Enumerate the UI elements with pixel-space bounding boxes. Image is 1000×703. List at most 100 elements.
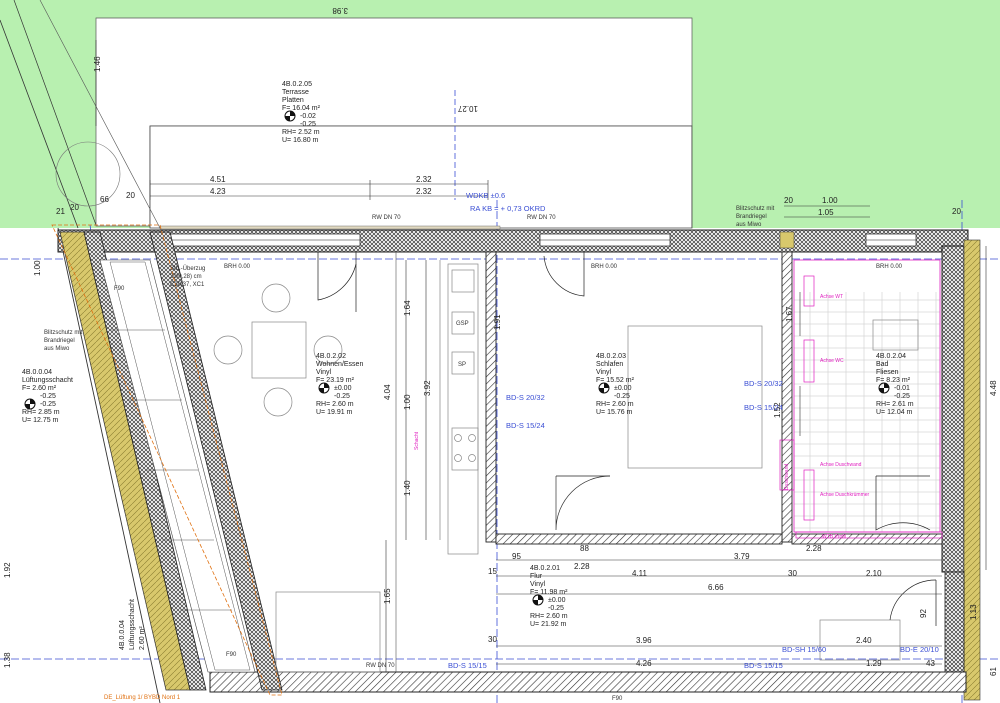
dim-404: 4.04	[383, 384, 392, 400]
dim-240: 2.40	[856, 636, 872, 645]
dim-232b: 2.32	[416, 187, 432, 196]
room-shaft-level2: -0.25	[40, 401, 56, 408]
room-bath-u: U= 12.04 m	[876, 409, 913, 416]
room-bath-floor: Fliesen	[876, 369, 899, 376]
dim-448: 4.48	[989, 380, 998, 396]
room-shaft-rh: RH= 2.85 m	[22, 409, 60, 416]
dim-165: 1.65	[383, 588, 392, 604]
room-terrace-area: F= 16.04 m²	[282, 105, 321, 112]
room-shaft-area: F= 2.60 m²	[22, 385, 57, 392]
dim-43: 43	[926, 659, 935, 668]
mag-wt: Achse WT	[820, 294, 843, 300]
sp-label: SP	[458, 362, 466, 368]
room-label-bedroom: 4B.0.2.03SchlafenVinylF= 15.52 m²±0.00-0…	[596, 353, 635, 416]
room-bath-level2: -0.25	[894, 393, 910, 400]
dim-100c: 1.00	[33, 260, 42, 276]
brh-2: BRH 0.00	[591, 264, 618, 270]
dim-192: 1.92	[3, 562, 12, 578]
dim-20d: 20	[70, 203, 79, 212]
room-hall-level2: -0.25	[548, 605, 564, 612]
room-bath-level1: -0.01	[894, 385, 910, 392]
stb-3: C30/37, XC1	[170, 282, 205, 288]
room-label-hall: 4B.0.2.01FlurVinylF= 11.98 m²±0.00-0.25R…	[530, 565, 568, 628]
room-terrace-name: Terrasse	[282, 89, 309, 96]
room-shaft-level1: -0.25	[40, 393, 56, 400]
room-bedroom-level2: -0.25	[614, 393, 630, 400]
mag-wtb: WTB Profil	[822, 534, 846, 540]
dim-191: 1.91	[493, 314, 502, 330]
blitz-top-3: aus Miwo	[736, 222, 762, 228]
room-hall-floor: Vinyl	[530, 581, 545, 588]
room-living-rh: RH= 2.60 m	[316, 401, 354, 408]
rw-right-label: RW DN 70	[527, 215, 556, 221]
room-living-level1: ±0.00	[334, 385, 352, 392]
dim-146: 1.46	[93, 56, 102, 72]
rakb-label: RA KB = + 0,73 OKRD	[470, 204, 546, 213]
bds-1515-right: BD-S 15/15	[744, 661, 783, 670]
mag-duschwand: Achse Duschwand	[820, 462, 862, 468]
schacht-label: Schacht	[414, 431, 420, 450]
room-terrace-u: U= 16.80 m	[282, 137, 319, 144]
room-living-code: 4B.0.2.02	[316, 353, 346, 360]
bds-1515-left: BD-S 15/15	[448, 661, 487, 670]
dim-379: 3.79	[734, 552, 750, 561]
dim-232a: 2.32	[416, 175, 432, 184]
dim-95: 95	[512, 552, 521, 561]
bde-label: BD-E 20/10	[900, 645, 939, 654]
dim-92: 92	[919, 609, 928, 618]
blitz-top-1: Blitzschutz mit	[736, 206, 775, 212]
stb-2: 20/0,28) cm	[170, 274, 202, 280]
duschwand-label: Duschwand	[784, 464, 790, 490]
room-shaft-name: Lüftungsschacht	[22, 377, 73, 384]
bds-2032-right: BD-S 20/32	[744, 379, 783, 388]
room-terrace-floor: Platten	[282, 97, 304, 104]
room-living-name: Wohnen/Essen	[316, 361, 363, 368]
right-wall	[941, 239, 981, 701]
dim-105: 1.05	[818, 208, 834, 217]
room-bath-area: F= 8.23 m²	[876, 377, 911, 384]
dim-426: 4.26	[636, 659, 652, 668]
room-bedroom-rh: RH= 2.60 m	[596, 401, 634, 408]
dim-396: 3.96	[636, 636, 652, 645]
f90-1: F90	[114, 286, 125, 292]
room-label-shaft: 4B.0.0.04LüftungsschachtF= 2.60 m²-0.25-…	[22, 369, 73, 424]
wdkb-label: WDKB ±0.6	[466, 191, 505, 200]
dim-167: 1.67	[785, 306, 794, 322]
room-bedroom-u: U= 15.76 m	[596, 409, 633, 416]
dim-20b: 20	[952, 207, 961, 216]
dim-100a: 1.00	[822, 196, 838, 205]
dim-228a: 2.28	[574, 562, 590, 571]
room-bath-code: 4B.0.2.04	[876, 353, 906, 360]
f90-2: F90	[226, 652, 237, 658]
room-bedroom-floor: Vinyl	[596, 369, 611, 376]
dim-398: 3.98	[332, 6, 348, 15]
floor-plan: 4B.0.2.05TerrassePlattenF= 16.04 m²-0.02…	[0, 0, 1000, 703]
shaft-v-code: 4B.0.0.04	[119, 620, 126, 650]
dim-210: 2.10	[866, 569, 882, 578]
room-bedroom-area: F= 15.52 m²	[596, 377, 635, 384]
room-terrace-rh: RH= 2.52 m	[282, 129, 320, 136]
room-bedroom-name: Schlafen	[596, 361, 623, 368]
blitz-left-2: Brandriegel	[44, 338, 75, 344]
dim-138: 1.38	[3, 652, 12, 668]
blitz-top-2: Brandriegel	[736, 214, 767, 220]
bds-2032-left: BD-S 20/32	[506, 393, 545, 402]
bdsh-label: BD-SH 15/60	[782, 645, 826, 654]
shaft-vertical-label: 4B.0.0.04 Lüftungsschacht 2.60 m²	[119, 599, 146, 650]
dim-30a: 30	[788, 569, 797, 578]
room-terrace-code: 4B.0.2.05	[282, 81, 312, 88]
room-hall-area: F= 11.98 m²	[530, 589, 568, 596]
dim-61: 61	[989, 667, 998, 676]
slanted-wall	[51, 224, 283, 696]
room-bath-name: Bad	[876, 361, 889, 368]
room-living-u: U= 19.91 m	[316, 409, 353, 416]
room-living-floor: Vinyl	[316, 369, 331, 376]
room-hall-u: U= 21.92 m	[530, 621, 567, 628]
room-bedroom-level1: ±0.00	[614, 385, 632, 392]
shaft-v-name: Lüftungsschacht	[129, 599, 136, 650]
mag-wc: Achse WC	[820, 358, 844, 364]
top-wall	[57, 225, 969, 253]
room-hall-level1: ±0.00	[548, 597, 566, 604]
rw-left-label: RW DN 70	[372, 215, 401, 221]
blitz-left-3: aus Miwo	[44, 346, 70, 352]
